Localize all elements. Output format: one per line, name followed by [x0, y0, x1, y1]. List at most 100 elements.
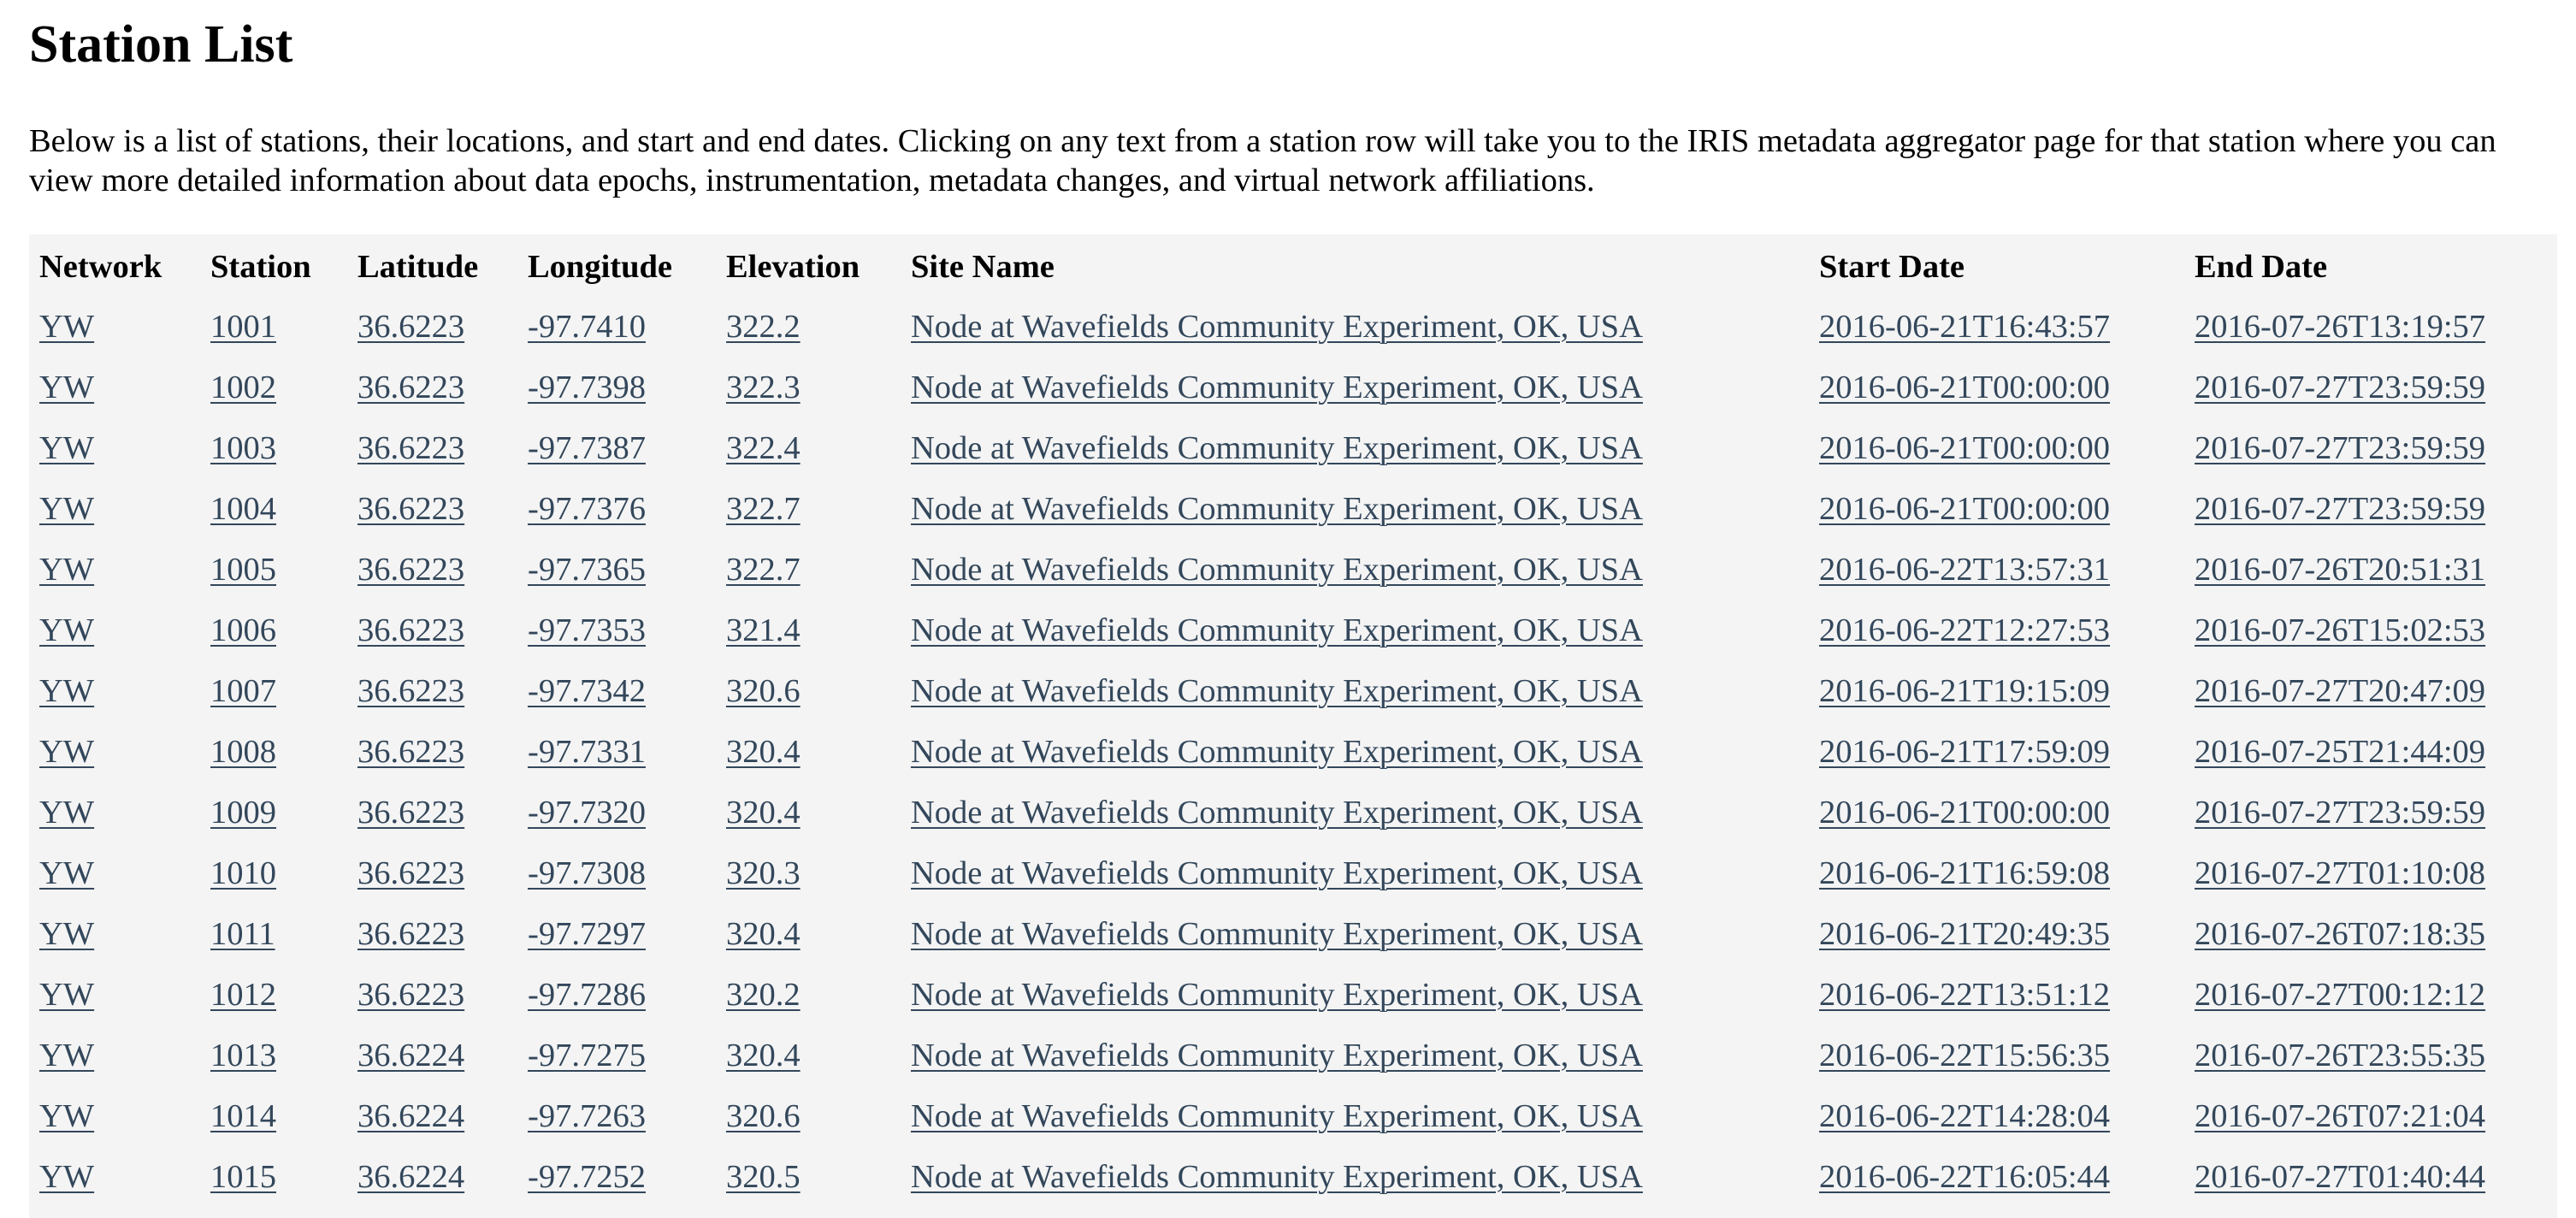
- longitude-link[interactable]: -97.7410: [528, 309, 646, 345]
- longitude-link[interactable]: -97.7286: [528, 977, 646, 1013]
- station-link[interactable]: 1004: [210, 491, 276, 527]
- site-name-link[interactable]: Node at Wavefields Community Experiment,…: [911, 612, 1643, 648]
- start-date-link[interactable]: 2016-06-22T13:57:31: [1819, 552, 2110, 588]
- start-date-link[interactable]: 2016-06-22T16:05:44: [1819, 1159, 2110, 1195]
- table-row[interactable]: YW 1004 36.6223 -97.7376 322.7 Node at Wavefi…: [29, 478, 2557, 539]
- latitude-link[interactable]: 36.6223: [357, 612, 464, 648]
- longitude-link[interactable]: -97.7398: [528, 370, 646, 405]
- start-date-link[interactable]: 2016-06-21T19:15:09: [1819, 673, 2110, 709]
- end-date-link[interactable]: 2016-07-26T07:21:04: [2195, 1098, 2485, 1134]
- table-row[interactable]: YW 1010 36.6223 -97.7308 320.3 Node at Wavefi…: [29, 843, 2557, 903]
- network-link[interactable]: YW: [39, 916, 94, 952]
- network-link[interactable]: YW: [39, 1159, 94, 1195]
- table-row[interactable]: YW 1003 36.6223 -97.7387 322.4 Node at Wavefi…: [29, 417, 2557, 478]
- elevation-link[interactable]: 320.5: [726, 1159, 801, 1195]
- site-name-link[interactable]: Node at Wavefields Community Experiment,…: [911, 734, 1643, 770]
- elevation-link[interactable]: 320.3: [726, 855, 801, 891]
- table-row[interactable]: YW 1009 36.6223 -97.7320 320.4 Node at Wavefi…: [29, 782, 2557, 843]
- longitude-link[interactable]: -97.7320: [528, 795, 646, 831]
- start-date-link[interactable]: 2016-06-21T17:59:09: [1819, 734, 2110, 770]
- elevation-link[interactable]: 322.4: [726, 430, 801, 466]
- start-date-link[interactable]: 2016-06-22T13:51:12: [1819, 977, 2110, 1013]
- site-name-link[interactable]: Node at Wavefields Community Experiment,…: [911, 673, 1643, 709]
- station-link[interactable]: 1015: [210, 1159, 276, 1195]
- elevation-link[interactable]: 320.4: [726, 1038, 801, 1073]
- end-date-link[interactable]: 2016-07-25T21:44:09: [2195, 734, 2485, 770]
- network-link[interactable]: YW: [39, 977, 94, 1013]
- site-name-link[interactable]: Node at Wavefields Community Experiment,…: [911, 491, 1643, 527]
- latitude-link[interactable]: 36.6223: [357, 734, 464, 770]
- network-link[interactable]: YW: [39, 491, 94, 527]
- table-row[interactable]: YW 1012 36.6223 -97.7286 320.2 Node at Wavefi…: [29, 964, 2557, 1025]
- network-link[interactable]: YW: [39, 309, 94, 345]
- network-link[interactable]: YW: [39, 430, 94, 466]
- station-link[interactable]: 1014: [210, 1098, 276, 1134]
- site-name-link[interactable]: Node at Wavefields Community Experiment,…: [911, 552, 1643, 588]
- site-name-link[interactable]: Node at Wavefields Community Experiment,…: [911, 430, 1643, 466]
- elevation-link[interactable]: 320.6: [726, 1098, 801, 1134]
- network-link[interactable]: YW: [39, 855, 94, 891]
- elevation-link[interactable]: 322.7: [726, 552, 801, 588]
- latitude-link[interactable]: 36.6223: [357, 977, 464, 1013]
- start-date-link[interactable]: 2016-06-21T00:00:00: [1819, 491, 2110, 527]
- station-link[interactable]: 1007: [210, 673, 276, 709]
- latitude-link[interactable]: 36.6223: [357, 491, 464, 527]
- end-date-link[interactable]: 2016-07-26T07:18:35: [2195, 916, 2485, 952]
- site-name-link[interactable]: Node at Wavefields Community Experiment,…: [911, 1098, 1643, 1134]
- longitude-link[interactable]: -97.7342: [528, 673, 646, 709]
- longitude-link[interactable]: -97.7387: [528, 430, 646, 466]
- elevation-link[interactable]: 322.7: [726, 491, 801, 527]
- station-link[interactable]: 1008: [210, 734, 276, 770]
- start-date-link[interactable]: 2016-06-22T14:28:04: [1819, 1098, 2110, 1134]
- station-link[interactable]: 1002: [210, 370, 276, 405]
- latitude-link[interactable]: 36.6223: [357, 430, 464, 466]
- site-name-link[interactable]: Node at Wavefields Community Experiment,…: [911, 309, 1643, 345]
- longitude-link[interactable]: -97.7308: [528, 855, 646, 891]
- end-date-link[interactable]: 2016-07-26T13:19:57: [2195, 309, 2485, 345]
- station-link[interactable]: 1009: [210, 795, 276, 831]
- latitude-link[interactable]: 36.6223: [357, 795, 464, 831]
- site-name-link[interactable]: Node at Wavefields Community Experiment,…: [911, 1038, 1643, 1073]
- table-row[interactable]: YW 1006 36.6223 -97.7353 321.4 Node at Wavefi…: [29, 600, 2557, 660]
- table-row[interactable]: YW 1001 36.6223 -97.7410 322.2 Node at Wavefi…: [29, 296, 2557, 357]
- start-date-link[interactable]: 2016-06-21T16:43:57: [1819, 309, 2110, 345]
- latitude-link[interactable]: 36.6223: [357, 309, 464, 345]
- table-row[interactable]: YW 1007 36.6223 -97.7342 320.6 Node at Wavefi…: [29, 660, 2557, 721]
- latitude-link[interactable]: 36.6224: [357, 1159, 464, 1195]
- longitude-link[interactable]: -97.7297: [528, 916, 646, 952]
- site-name-link[interactable]: Node at Wavefields Community Experiment,…: [911, 916, 1643, 952]
- network-link[interactable]: YW: [39, 552, 94, 588]
- station-link[interactable]: 1003: [210, 430, 276, 466]
- elevation-link[interactable]: 322.3: [726, 370, 801, 405]
- longitude-link[interactable]: -97.7252: [528, 1159, 646, 1195]
- station-link[interactable]: 1012: [210, 977, 276, 1013]
- station-link[interactable]: 1010: [210, 855, 276, 891]
- start-date-link[interactable]: 2016-06-22T12:27:53: [1819, 612, 2110, 648]
- longitude-link[interactable]: -97.7376: [528, 491, 646, 527]
- network-link[interactable]: YW: [39, 1038, 94, 1073]
- table-row[interactable]: YW 1008 36.6223 -97.7331 320.4 Node at Wavefi…: [29, 721, 2557, 782]
- site-name-link[interactable]: Node at Wavefields Community Experiment,…: [911, 795, 1643, 831]
- site-name-link[interactable]: Node at Wavefields Community Experiment,…: [911, 1159, 1643, 1195]
- network-link[interactable]: YW: [39, 673, 94, 709]
- elevation-link[interactable]: 320.6: [726, 673, 801, 709]
- start-date-link[interactable]: 2016-06-21T00:00:00: [1819, 795, 2110, 831]
- end-date-link[interactable]: 2016-07-27T00:12:12: [2195, 977, 2485, 1013]
- elevation-link[interactable]: 321.4: [726, 612, 801, 648]
- latitude-link[interactable]: 36.6223: [357, 370, 464, 405]
- table-row[interactable]: YW 1005 36.6223 -97.7365 322.7 Node at Wavefi…: [29, 539, 2557, 600]
- longitude-link[interactable]: -97.7365: [528, 552, 646, 588]
- latitude-link[interactable]: 36.6223: [357, 855, 464, 891]
- end-date-link[interactable]: 2016-07-27T23:59:59: [2195, 370, 2485, 405]
- elevation-link[interactable]: 320.4: [726, 795, 801, 831]
- start-date-link[interactable]: 2016-06-21T16:59:08: [1819, 855, 2110, 891]
- start-date-link[interactable]: 2016-06-21T00:00:00: [1819, 370, 2110, 405]
- end-date-link[interactable]: 2016-07-27T01:40:44: [2195, 1159, 2485, 1195]
- longitude-link[interactable]: -97.7353: [528, 612, 646, 648]
- end-date-link[interactable]: 2016-07-27T23:59:59: [2195, 491, 2485, 527]
- elevation-link[interactable]: 320.4: [726, 916, 801, 952]
- latitude-link[interactable]: 36.6223: [357, 916, 464, 952]
- table-row[interactable]: YW 1015 36.6224 -97.7252 320.5 Node at Wavefi…: [29, 1146, 2557, 1207]
- elevation-link[interactable]: 320.2: [726, 977, 801, 1013]
- network-link[interactable]: YW: [39, 612, 94, 648]
